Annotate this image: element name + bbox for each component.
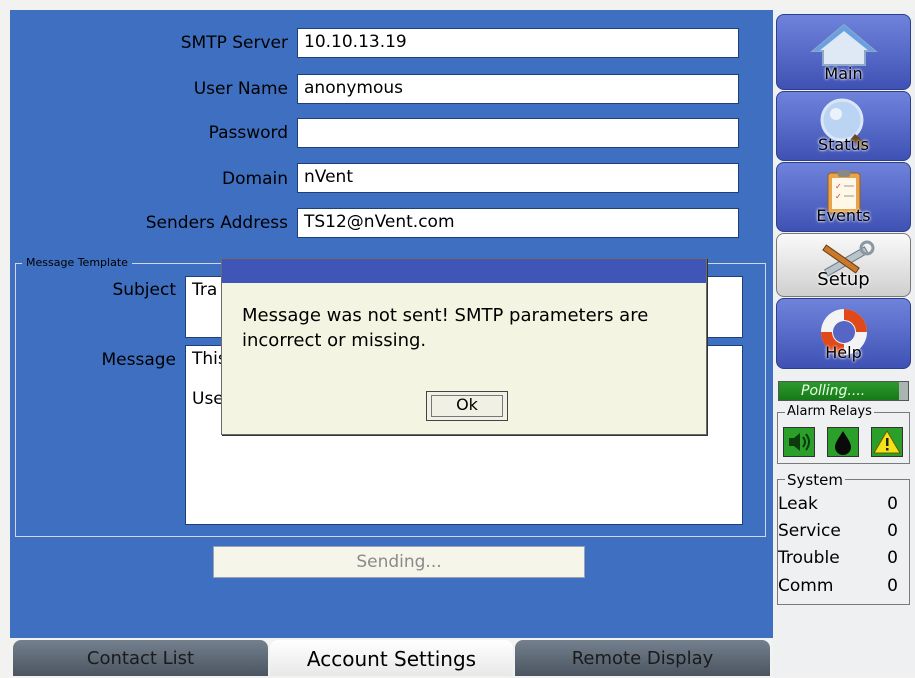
system-trouble-label: Trouble — [778, 548, 840, 568]
password-input[interactable] — [297, 118, 739, 148]
nav-main-label: Main — [824, 64, 863, 83]
nav-setup-label: Setup — [817, 269, 870, 290]
system-leak-label: Leak — [778, 494, 818, 514]
system-row-service: Service 0 — [778, 521, 906, 541]
nav-status-button[interactable]: Status — [776, 91, 911, 161]
error-dialog: Message was not sent! SMTP parameters ar… — [221, 258, 707, 435]
polling-status: Polling.... — [778, 381, 909, 401]
tab-remote-display[interactable]: Remote Display — [515, 640, 770, 676]
svg-text:✓: ✓ — [835, 182, 842, 191]
system-trouble-value: 0 — [887, 548, 898, 568]
system-service-label: Service — [778, 521, 841, 541]
tab-contact-list[interactable]: Contact List — [13, 640, 268, 676]
warning-icon[interactable] — [871, 427, 903, 457]
user-name-label: User Name — [193, 79, 288, 99]
system-comm-value: 0 — [887, 576, 898, 596]
tab-account-settings[interactable]: Account Settings — [270, 640, 513, 676]
subject-label: Subject — [112, 280, 176, 300]
house-icon — [809, 23, 878, 66]
domain-label: Domain — [222, 169, 288, 189]
sending-status-button[interactable]: Sending... — [213, 546, 585, 578]
alarm-relays-legend: Alarm Relays — [785, 404, 874, 419]
speaker-icon[interactable] — [783, 427, 815, 457]
nav-setup-button[interactable]: Setup — [776, 233, 911, 297]
smtp-server-input[interactable]: 10.10.13.19 — [297, 28, 739, 58]
senders-address-input[interactable]: TS12@nVent.com — [297, 208, 739, 238]
nav-events-label: Events — [816, 206, 871, 225]
ok-button[interactable]: Ok — [426, 391, 508, 421]
nav-status-label: Status — [818, 135, 869, 154]
dialog-message: Message was not sent! SMTP parameters ar… — [242, 305, 649, 351]
polling-scroll-indicator — [899, 382, 908, 400]
svg-text:✓: ✓ — [835, 192, 842, 201]
senders-address-label: Senders Address — [145, 213, 288, 233]
domain-input[interactable]: nVent — [297, 163, 739, 193]
nav-help-button[interactable]: Help — [776, 298, 911, 369]
system-row-comm: Comm 0 — [778, 576, 906, 596]
water-drop-icon[interactable] — [827, 427, 859, 457]
nav-help-label: Help — [825, 343, 862, 362]
smtp-server-label: SMTP Server — [180, 33, 288, 53]
system-row-trouble: Trouble 0 — [778, 548, 906, 568]
ok-button-label: Ok — [456, 395, 478, 414]
system-legend: System — [785, 471, 845, 489]
password-label: Password — [208, 123, 288, 143]
system-comm-label: Comm — [778, 576, 834, 596]
nav-events-button[interactable]: ✓ ✓ Events — [776, 162, 911, 232]
user-name-input[interactable]: anonymous — [297, 74, 739, 104]
message-label: Message — [101, 350, 176, 370]
system-leak-value: 0 — [887, 494, 898, 514]
dialog-title-bar — [222, 259, 706, 283]
message-template-legend: Message Template — [22, 256, 132, 269]
nav-main-button[interactable]: Main — [776, 14, 911, 90]
system-service-value: 0 — [887, 521, 898, 541]
system-row-leak: Leak 0 — [778, 494, 906, 514]
